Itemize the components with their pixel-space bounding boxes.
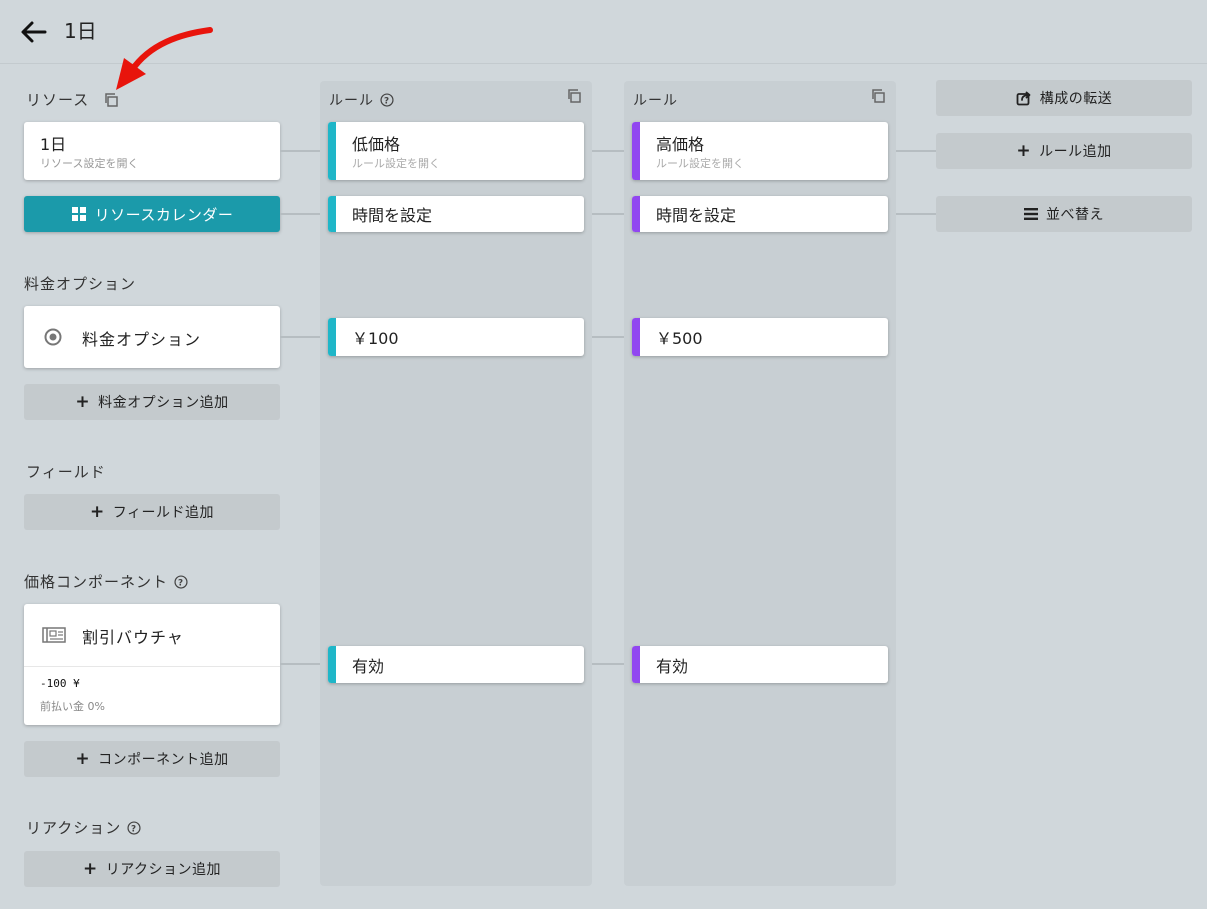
component-amount: -100 ¥ [40,677,80,690]
rule-color-bar [328,122,336,180]
copy-icon[interactable] [103,92,119,108]
rule-1-header: ルール ? [329,90,394,110]
component-prepay: 前払い金 0% [40,700,105,713]
rule-2-price[interactable]: ￥500 [632,318,888,356]
rule-2-component[interactable]: 有効 [632,646,888,683]
plus-icon: + [1016,140,1032,161]
annotation-arrow-icon [116,27,213,90]
rule-color-bar [328,196,336,232]
rule-color-bar [632,122,640,180]
add-field-button[interactable]: + フィールド追加 [24,494,280,530]
resource-subtitle: リソース設定を開く [40,157,139,170]
component-title: 割引バウチャ [82,628,184,647]
back-arrow-icon[interactable] [18,18,48,46]
rule-2-card[interactable]: 高価格 ルール設定を開く [632,122,888,180]
resources-label: リソース [26,90,119,110]
help-icon[interactable]: ? [380,93,394,107]
rule-1-time[interactable]: 時間を設定 [328,196,584,232]
rule-1-name: 低価格 [352,135,401,154]
rule-1-component[interactable]: 有効 [328,646,584,683]
plus-icon: + [75,748,91,769]
share-icon [1016,91,1031,106]
plus-icon: + [82,858,98,879]
plus-icon: + [75,391,91,412]
svg-text:?: ? [178,579,184,589]
rule-2-subtitle: ルール設定を開く [656,157,744,170]
menu-icon [1024,208,1038,220]
rule-color-bar [632,196,640,232]
help-icon[interactable]: ? [127,821,141,835]
rule-2-name: 高価格 [656,135,705,154]
add-component-button[interactable]: + コンポーネント追加 [24,741,280,777]
rule-2-time[interactable]: 時間を設定 [632,196,888,232]
copy-icon[interactable] [566,88,582,104]
resource-title: 1日 [40,135,67,154]
rule-2-header: ルール [633,93,678,109]
transfer-config-button[interactable]: 構成の転送 [936,80,1192,116]
plus-icon: + [90,501,105,522]
price-option-card[interactable]: 料金オプション [24,306,280,368]
rule-color-bar [328,318,336,356]
resource-calendar-button[interactable]: リソースカレンダー [24,196,280,232]
page-title: 1日 [64,19,97,43]
voucher-icon [42,627,66,643]
add-reaction-button[interactable]: + リアクション追加 [24,851,280,887]
rule-color-bar [632,646,640,683]
rule-1-price[interactable]: ￥100 [328,318,584,356]
rule-1-card[interactable]: 低価格 ルール設定を開く [328,122,584,180]
price-components-label: 価格コンポーネント ? [24,572,188,592]
rule-color-bar [328,646,336,683]
help-icon[interactable]: ? [174,575,188,589]
price-options-label: 料金オプション [24,275,137,293]
divider [24,666,280,667]
resource-card[interactable]: 1日 リソース設定を開く [24,122,280,180]
svg-text:?: ? [384,97,390,107]
sort-button[interactable]: 並べ替え [936,196,1192,232]
rule-1-subtitle: ルール設定を開く [352,157,440,170]
price-option-title: 料金オプション [82,330,202,349]
add-price-option-button[interactable]: + 料金オプション追加 [24,384,280,420]
fields-label: フィールド [26,463,106,481]
reactions-label: リアクション ? [26,818,141,838]
rule-color-bar [632,318,640,356]
svg-text:?: ? [131,825,137,835]
grid-icon [71,207,86,221]
component-card[interactable]: 割引バウチャ -100 ¥ 前払い金 0% [24,604,280,725]
add-rule-button[interactable]: + ルール追加 [936,133,1192,169]
copy-icon[interactable] [870,88,886,104]
radio-icon [44,328,62,346]
